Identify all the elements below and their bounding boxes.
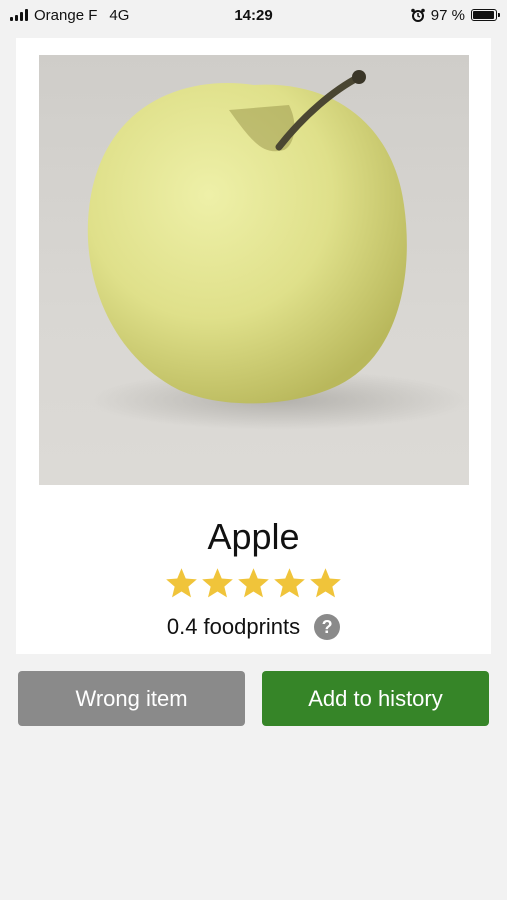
status-bar: Orange F 4G 14:29 97 % [0,0,507,30]
help-icon[interactable]: ? [314,614,341,640]
star-icon [166,568,197,598]
battery-percent: 97 % [430,6,465,24]
star-icon [202,568,233,598]
battery-icon [471,9,500,21]
result-card: Apple 0.4 foodprints ? [16,38,491,654]
food-photo [39,55,469,485]
signal-icon [10,9,28,21]
star-icon [310,568,341,598]
star-icon [274,568,305,598]
star-icon [238,568,269,598]
apple-image [87,70,469,430]
alarm-icon [410,8,425,22]
item-name: Apple [207,516,300,557]
footprint-score: 0.4 foodprints [166,614,301,639]
network-label: 4G [109,6,130,24]
status-right: 97 % [410,6,507,24]
rating-stars [16,566,491,601]
battery-fill [473,11,495,19]
carrier-label: Orange F [34,6,98,24]
add-to-history-button[interactable]: Add to history [262,671,489,726]
status-left: Orange F 4G [0,7,129,24]
wrong-item-button[interactable]: Wrong item [18,671,245,726]
score-row: 0.4 foodprints ? [16,614,491,640]
